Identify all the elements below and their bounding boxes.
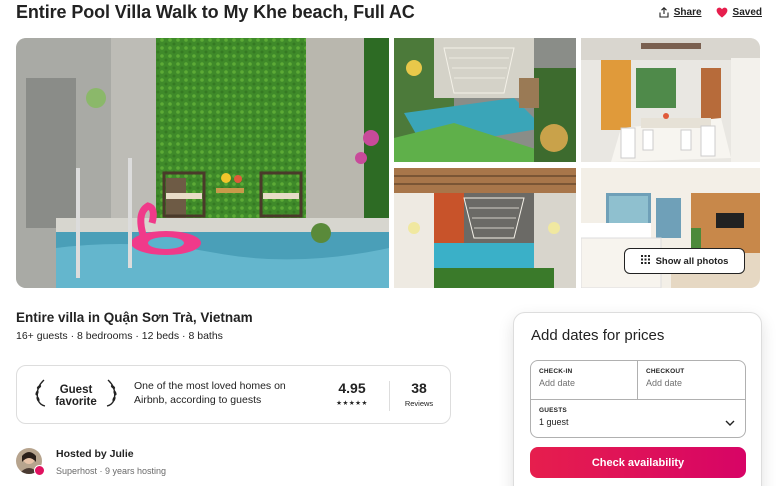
- listing-title: Entire Pool Villa Walk to My Khe beach, …: [16, 2, 415, 22]
- reviews-link[interactable]: 38 Reviews: [399, 380, 439, 408]
- host-name: Hosted by Julie: [56, 448, 134, 460]
- photo-pool-night[interactable]: [394, 168, 576, 288]
- saved-label: Saved: [732, 7, 762, 18]
- date-guest-picker: CHECK-IN Add date CHECKOUT Add date GUES…: [530, 360, 746, 438]
- guests-field[interactable]: GUESTS 1 guest: [531, 399, 745, 437]
- host-section: Hosted by Julie Superhost · 9 years host…: [16, 448, 166, 476]
- photo-dining-room[interactable]: [581, 38, 760, 162]
- checkout-field[interactable]: CHECKOUT Add date: [638, 361, 745, 399]
- rating-block: 4.95 ★★★★★: [327, 380, 377, 407]
- superhost-badge-icon: [34, 465, 45, 476]
- header-actions: Share Saved: [659, 7, 762, 18]
- saved-button[interactable]: Saved: [716, 7, 762, 18]
- rating-value: 4.95: [338, 380, 366, 396]
- checkout-value: Add date: [646, 378, 683, 388]
- reviews-count: 38: [411, 380, 427, 396]
- host-avatar[interactable]: [16, 448, 45, 476]
- listing-details: 16+ guests · 8 bedrooms · 12 beds · 8 ba…: [16, 330, 223, 342]
- guests-label: GUESTS: [539, 407, 567, 414]
- reviews-label: Reviews: [404, 399, 434, 408]
- grid-icon: [640, 255, 650, 267]
- check-availability-button[interactable]: Check availability: [530, 447, 746, 478]
- guest-favorite-badge: Guest favorite: [33, 378, 119, 413]
- guests-value: 1 guest: [539, 417, 569, 427]
- booking-title: Add dates for prices: [531, 327, 665, 344]
- heart-icon: [716, 7, 728, 18]
- checkin-field[interactable]: CHECK-IN Add date: [531, 361, 638, 399]
- guest-favorite-line1: Guest: [59, 383, 93, 396]
- chevron-down-icon: [725, 413, 735, 431]
- laurel-left-icon: [33, 378, 47, 413]
- checkin-value: Add date: [539, 378, 576, 388]
- rating-divider: [389, 381, 390, 411]
- show-all-photos-button[interactable]: Show all photos: [624, 248, 745, 274]
- booking-card: Add dates for prices CHECK-IN Add date C…: [513, 312, 762, 486]
- show-all-photos-label: Show all photos: [655, 255, 729, 267]
- photo-pool-main[interactable]: [16, 38, 389, 288]
- guest-favorite-description: One of the most loved homes on Airbnb, a…: [134, 380, 286, 406]
- share-button[interactable]: Share: [659, 7, 702, 18]
- guest-favorite-card: Guest favorite One of the most loved hom…: [16, 365, 451, 424]
- checkin-label: CHECK-IN: [539, 368, 573, 375]
- host-subtitle: Superhost · 9 years hosting: [56, 466, 167, 476]
- star-rating-icon: ★★★★★: [336, 400, 368, 407]
- guest-favorite-line2: favorite: [55, 395, 97, 408]
- photo-pool-garden[interactable]: [394, 38, 576, 162]
- listing-type: Entire villa in Quận Sơn Trà, Vietnam: [16, 310, 253, 325]
- checkout-label: CHECKOUT: [646, 368, 685, 375]
- laurel-right-icon: [105, 378, 119, 413]
- share-icon: [659, 7, 669, 18]
- share-label: Share: [673, 7, 702, 18]
